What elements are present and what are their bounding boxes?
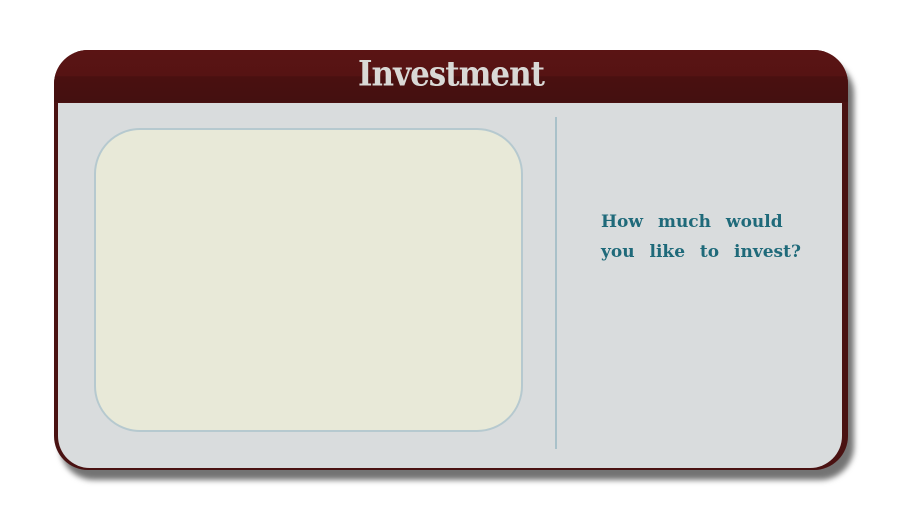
display-panel — [94, 128, 523, 432]
prompt-line-2: you like to invest? — [601, 242, 801, 262]
vertical-divider — [555, 117, 557, 449]
invest-prompt: How much would you like to invest? — [601, 207, 801, 267]
investment-dialog: Investment How much would you like to in… — [54, 50, 848, 470]
dialog-header: Investment — [54, 50, 848, 102]
dialog-title: Investment — [358, 54, 545, 95]
dialog-body: How much would you like to invest? — [58, 103, 842, 468]
page: Investment How much would you like to in… — [0, 0, 910, 512]
prompt-line-1: How much would — [601, 212, 783, 232]
